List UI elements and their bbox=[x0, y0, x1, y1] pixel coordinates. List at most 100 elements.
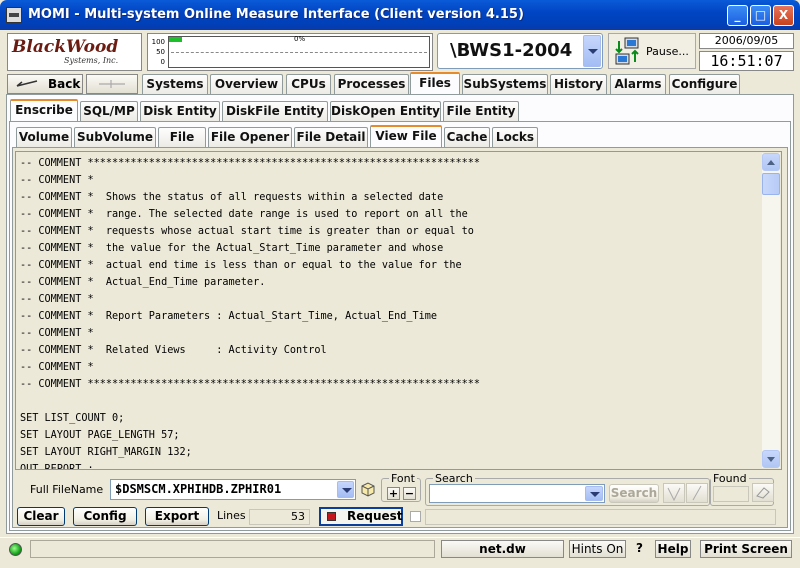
meter-axis-max: 100 bbox=[151, 38, 165, 46]
file-content-line: SET LAYOUT PAGE_LENGTH 57; bbox=[20, 430, 180, 441]
tab-sql-mp[interactable]: SQL/MP bbox=[80, 101, 138, 121]
clear-search-button[interactable] bbox=[752, 483, 774, 502]
tab-file-opener[interactable]: File Opener bbox=[208, 127, 292, 147]
full-filename-combo[interactable]: $DSMSCM.XPHIHDB.ZPHIR01 bbox=[110, 479, 356, 500]
file-content-line: -- COMMENT * Actual_End_Time parameter. bbox=[20, 277, 266, 288]
app-icon[interactable] bbox=[6, 7, 22, 23]
forward-arrow-icon bbox=[99, 80, 125, 88]
file-content-line: -- COMMENT * the value for the Actual_St… bbox=[20, 243, 444, 254]
back-arrow-icon bbox=[16, 80, 38, 87]
print-screen-button[interactable]: Print Screen bbox=[700, 540, 792, 558]
file-content-line bbox=[20, 393, 480, 410]
cpu-meter: 100 50 0 0% bbox=[147, 33, 433, 71]
tab-file-detail[interactable]: File Detail bbox=[294, 127, 368, 147]
window-title: MOMI - Multi-system Online Measure Inter… bbox=[28, 7, 524, 22]
meter-axis-min: 0 bbox=[160, 58, 165, 66]
tab-diskfile-entity[interactable]: DiskFile Entity bbox=[222, 101, 328, 121]
tab-enscribe[interactable]: Enscribe bbox=[10, 99, 78, 121]
config-button[interactable]: Config bbox=[73, 507, 137, 526]
meter-graph: 0% bbox=[168, 35, 430, 68]
search-next-button[interactable] bbox=[686, 483, 708, 503]
current-time: 16:51:07 bbox=[699, 51, 794, 71]
maximize-button[interactable]: □ bbox=[750, 5, 771, 26]
tab-view-file[interactable]: View File bbox=[370, 125, 442, 147]
tab-processes[interactable]: Processes bbox=[334, 74, 409, 94]
found-label: Found bbox=[711, 472, 749, 485]
node-value: \BWS1-2004 bbox=[450, 40, 573, 61]
back-button[interactable]: Back bbox=[7, 74, 83, 94]
close-button[interactable]: X bbox=[773, 5, 794, 26]
tab-subvolume[interactable]: SubVolume bbox=[74, 127, 156, 147]
tab-configure[interactable]: Configure bbox=[669, 74, 740, 94]
search-input[interactable] bbox=[429, 484, 605, 503]
tab-volume[interactable]: Volume bbox=[16, 127, 72, 147]
scroll-down-icon[interactable] bbox=[762, 450, 780, 468]
font-label: Font bbox=[389, 472, 417, 485]
logo-main-text: BlackWood bbox=[12, 37, 119, 57]
search-prev-button[interactable] bbox=[663, 483, 685, 503]
file-content-line: -- COMMENT *****************************… bbox=[20, 158, 481, 169]
node-select[interactable]: \BWS1-2004 bbox=[437, 33, 603, 69]
tab-history[interactable]: History bbox=[550, 74, 607, 94]
request-status-field bbox=[425, 509, 776, 525]
current-date: 2006/09/05 bbox=[699, 33, 794, 49]
minimize-button[interactable]: _ bbox=[727, 5, 748, 26]
company-logo: BlackWood Systems, Inc. bbox=[7, 33, 142, 71]
file-content-line: SET LAYOUT RIGHT_MARGIN 132; bbox=[20, 447, 192, 458]
tab-overview[interactable]: Overview bbox=[210, 74, 283, 94]
tab-cache[interactable]: Cache bbox=[444, 127, 490, 147]
search-button[interactable]: Search bbox=[609, 484, 659, 503]
file-content-line: -- COMMENT * bbox=[20, 294, 94, 305]
clear-button[interactable]: Clear bbox=[17, 507, 65, 526]
hints-button[interactable]: Hints On bbox=[569, 540, 626, 558]
font-increase-button[interactable]: + bbox=[387, 487, 400, 500]
chevron-down-icon[interactable] bbox=[583, 35, 601, 67]
file-content-line: -- COMMENT * bbox=[20, 175, 94, 186]
question-icon[interactable]: ? bbox=[636, 541, 643, 555]
file-box-icon bbox=[361, 482, 375, 497]
file-content-line: -- COMMENT *****************************… bbox=[20, 379, 481, 390]
pause-button[interactable]: Pause... bbox=[608, 33, 696, 69]
file-content-textarea[interactable]: -- COMMENT *****************************… bbox=[15, 151, 782, 470]
tab-alarms[interactable]: Alarms bbox=[610, 74, 666, 94]
tab-disk-entity[interactable]: Disk Entity bbox=[140, 101, 220, 121]
lines-label: Lines bbox=[217, 509, 246, 522]
vertical-scrollbar[interactable] bbox=[762, 153, 780, 468]
tab-diskopen-entity[interactable]: DiskOpen Entity bbox=[330, 101, 441, 121]
tab-cpus[interactable]: CPUs bbox=[286, 74, 331, 94]
full-filename-value: $DSMSCM.XPHIHDB.ZPHIR01 bbox=[115, 482, 282, 496]
help-button[interactable]: Help bbox=[655, 540, 691, 558]
tab-locks[interactable]: Locks bbox=[492, 127, 538, 147]
search-next-icon bbox=[692, 485, 702, 501]
pause-label: Pause... bbox=[646, 45, 689, 58]
connection-status-icon bbox=[9, 543, 22, 556]
request-button[interactable]: Request bbox=[319, 507, 403, 526]
font-decrease-button[interactable]: − bbox=[403, 487, 416, 500]
tab-subsystems[interactable]: SubSystems bbox=[462, 74, 548, 94]
tab-file[interactable]: File bbox=[158, 127, 206, 147]
file-content-line: -- COMMENT * bbox=[20, 328, 94, 339]
tab-files[interactable]: Files bbox=[410, 72, 460, 94]
meter-axis: 100 50 0 bbox=[151, 37, 165, 67]
file-content-line: SET LIST_COUNT 0; bbox=[20, 413, 125, 424]
file-browse-button[interactable] bbox=[359, 480, 377, 499]
request-label: Request bbox=[347, 509, 403, 523]
chevron-down-icon[interactable] bbox=[337, 481, 354, 498]
export-button[interactable]: Export bbox=[145, 507, 209, 526]
file-content-line: -- COMMENT * Shows the status of all req… bbox=[20, 192, 444, 203]
meter-percent-label: 0% bbox=[294, 35, 306, 43]
scroll-thumb[interactable] bbox=[762, 173, 780, 195]
scroll-up-icon[interactable] bbox=[762, 153, 780, 171]
file-content-line: OUT_REPORT ; bbox=[20, 464, 94, 470]
forward-button[interactable] bbox=[86, 74, 138, 94]
server-button[interactable]: net.dw bbox=[441, 540, 564, 558]
chevron-down-icon[interactable] bbox=[585, 486, 603, 501]
file-content-line: -- COMMENT * Related Views : Activity Co… bbox=[20, 345, 327, 356]
tab-file-entity[interactable]: File Entity bbox=[443, 101, 519, 121]
auto-refresh-checkbox[interactable] bbox=[410, 511, 421, 522]
tab-systems[interactable]: Systems bbox=[142, 74, 208, 94]
eraser-icon bbox=[756, 487, 770, 499]
meter-axis-mid: 50 bbox=[156, 48, 165, 56]
logo-sub-text: Systems, Inc. bbox=[64, 56, 119, 65]
network-computers-icon bbox=[615, 37, 639, 65]
